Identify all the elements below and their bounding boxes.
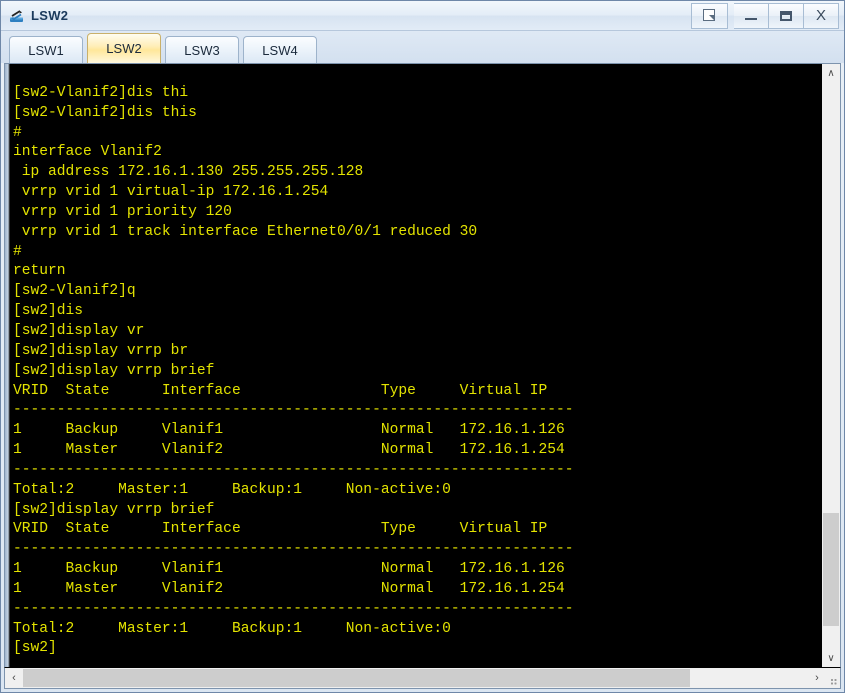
maximize-icon	[780, 10, 792, 21]
minimize-button[interactable]	[734, 2, 769, 29]
tab-lsw1[interactable]: LSW1	[9, 36, 83, 63]
lsw2-console-window: LSW2 X LSW1 LSW2 LSW3 LSW4 [sw2-Vlanif2]…	[0, 0, 845, 693]
tab-lsw4[interactable]: LSW4	[243, 36, 317, 63]
horizontal-scroll-thumb[interactable]	[23, 669, 691, 687]
horizontal-scrollbar[interactable]: ‹ ›	[4, 667, 841, 689]
window-controls: X	[691, 2, 839, 29]
vertical-scrollbar[interactable]: ∧ ∨	[821, 64, 840, 667]
close-button[interactable]: X	[804, 2, 839, 29]
switch-icon	[8, 7, 26, 25]
terminal-output: change loop count is 0, and the maximum …	[10, 64, 821, 659]
scroll-left-button[interactable]: ‹	[5, 668, 23, 688]
terminal-frame: change loop count is 0, and the maximum …	[4, 63, 841, 667]
restore-icon	[703, 9, 716, 22]
scroll-down-button[interactable]: ∨	[822, 649, 840, 667]
minimize-icon	[745, 18, 757, 20]
terminal-lines: [sw2-Vlanif2]dis thi [sw2-Vlanif2]dis th…	[13, 84, 574, 657]
scroll-right-button[interactable]: ›	[808, 668, 826, 688]
terminal-console[interactable]: change loop count is 0, and the maximum …	[10, 64, 821, 667]
window-title: LSW2	[31, 8, 69, 23]
restore-button[interactable]	[691, 2, 728, 29]
tab-lsw3[interactable]: LSW3	[165, 36, 239, 63]
vertical-scroll-track[interactable]	[822, 82, 840, 649]
device-tab-bar: LSW1 LSW2 LSW3 LSW4	[1, 31, 844, 63]
maximize-button[interactable]	[769, 2, 804, 29]
scroll-up-button[interactable]: ∧	[822, 64, 840, 82]
close-icon: X	[815, 7, 826, 24]
resize-grip[interactable]	[826, 668, 840, 688]
title-bar[interactable]: LSW2 X	[1, 1, 844, 31]
vertical-scroll-thumb[interactable]	[823, 512, 839, 627]
horizontal-scroll-track[interactable]	[23, 668, 808, 688]
tab-lsw2[interactable]: LSW2	[87, 33, 161, 63]
